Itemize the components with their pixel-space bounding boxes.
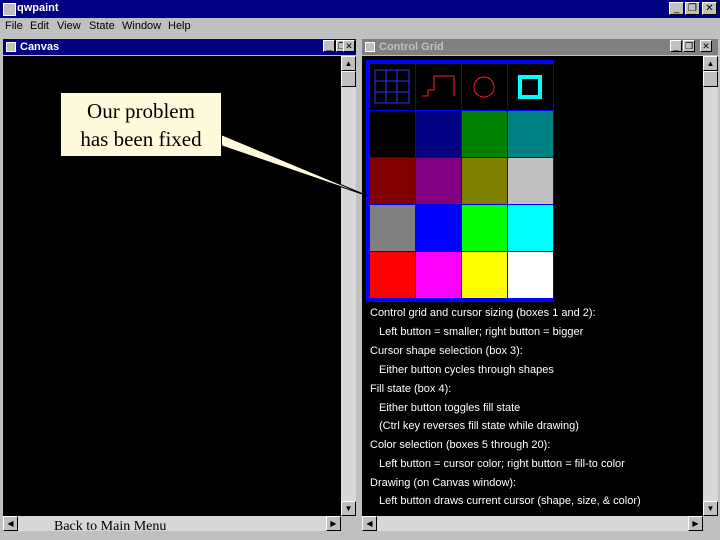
callout-line-2: has been fixed bbox=[80, 127, 202, 151]
callout-pointer bbox=[213, 131, 369, 197]
callout-box: Our problem has been fixed bbox=[60, 92, 222, 157]
callout-line-1: Our problem bbox=[87, 99, 195, 123]
back-to-main-menu-link[interactable]: Back to Main Menu bbox=[54, 519, 166, 535]
